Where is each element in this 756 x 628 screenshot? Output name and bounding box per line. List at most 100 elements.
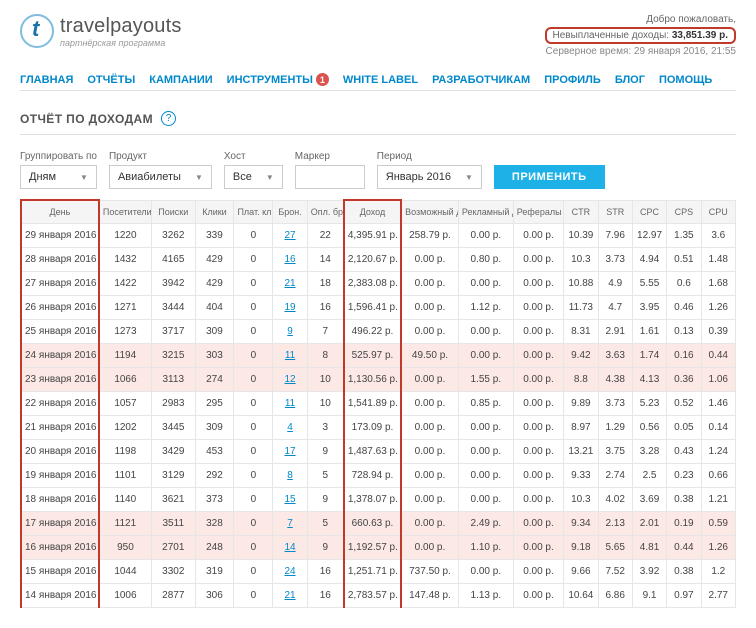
cell-income: 2,120.67 р. [344,248,401,272]
cell-bookings[interactable]: 11 [273,392,307,416]
cell-cpc: 5.55 [632,272,666,296]
cell-visitors: 1121 [99,512,152,536]
cell-bookings[interactable]: 12 [273,368,307,392]
cell-paid-bookings: 5 [307,464,344,488]
cell-bookings[interactable]: 7 [273,512,307,536]
apply-button[interactable]: ПРИМЕНИТЬ [494,165,605,189]
cell-clicks: 453 [195,440,234,464]
cell-income: 1,251.71 р. [344,560,401,584]
col-referrals[interactable]: Рефералы [513,200,563,224]
col-income[interactable]: Доход [344,200,401,224]
cell-paid-bookings: 5 [307,512,344,536]
nav-whitelabel[interactable]: WHITE LABEL [343,73,418,86]
cell-referrals: 0.00 р. [513,536,563,560]
cell-clicks: 319 [195,560,234,584]
nav-devs[interactable]: РАЗРАБОТЧИКАМ [432,73,530,86]
cell-bookings[interactable]: 9 [273,320,307,344]
filter-period-select[interactable]: Январь 2016 ▼ [377,165,482,189]
cell-clicks: 295 [195,392,234,416]
cell-cpu: 0.44 [701,344,735,368]
cell-cps: 0.19 [667,512,701,536]
cell-paid-bookings: 18 [307,272,344,296]
help-icon[interactable]: ? [161,111,176,126]
table-row: 14 января 201610062877306021162,783.57 р… [21,584,736,608]
filter-group-select[interactable]: Дням ▼ [20,165,97,189]
chevron-down-icon: ▼ [465,173,473,182]
cell-ad-income: 1.10 р. [458,536,513,560]
logo-area[interactable]: travelpayouts партнёрская программа [20,14,182,48]
cell-income: 496.22 р. [344,320,401,344]
cell-cps: 0.38 [667,560,701,584]
cell-paid-clicks: 0 [234,584,273,608]
cell-cpc: 0.56 [632,416,666,440]
cell-referrals: 0.00 р. [513,560,563,584]
cell-paid-clicks: 0 [234,536,273,560]
table-row: 21 января 201612023445309043173.09 р.0.0… [21,416,736,440]
col-cpc[interactable]: CPC [632,200,666,224]
cell-bookings[interactable]: 4 [273,416,307,440]
filter-marker-input[interactable] [295,165,365,189]
cell-day: 26 января 2016 [21,296,99,320]
cell-bookings[interactable]: 21 [273,584,307,608]
cell-bookings[interactable]: 27 [273,224,307,248]
col-cps[interactable]: CPS [667,200,701,224]
cell-possible-income: 0.00 р. [401,320,458,344]
brand-subtitle: партнёрская программа [60,38,182,48]
cell-ctr: 8.97 [564,416,598,440]
filter-product-select[interactable]: Авиабилеты ▼ [109,165,212,189]
cell-possible-income: 0.00 р. [401,464,458,488]
col-str[interactable]: STR [598,200,632,224]
cell-visitors: 1432 [99,248,152,272]
cell-bookings[interactable]: 8 [273,464,307,488]
cell-ctr: 10.3 [564,488,598,512]
nav-campaigns[interactable]: КАМПАНИИ [149,73,212,86]
cell-possible-income: 737.50 р. [401,560,458,584]
cell-bookings[interactable]: 16 [273,248,307,272]
nav-profile[interactable]: ПРОФИЛЬ [544,73,601,86]
col-cpu[interactable]: CPU [701,200,735,224]
cell-bookings[interactable]: 24 [273,560,307,584]
cell-cps: 0.6 [667,272,701,296]
nav-tools[interactable]: ИНСТРУМЕНТЫ 1 [227,73,329,86]
cell-ad-income: 0.00 р. [458,272,513,296]
cell-bookings[interactable]: 21 [273,272,307,296]
nav-reports[interactable]: ОТЧЁТЫ [87,73,135,86]
col-clicks[interactable]: Клики [195,200,234,224]
filter-host-select[interactable]: Все ▼ [224,165,283,189]
col-visitors[interactable]: Посетители [99,200,152,224]
col-day[interactable]: День [21,200,99,224]
cell-bookings[interactable]: 15 [273,488,307,512]
cell-possible-income: 0.00 р. [401,248,458,272]
cell-searches: 3429 [152,440,196,464]
col-possible-income[interactable]: Возможный доход [401,200,458,224]
cell-bookings[interactable]: 14 [273,536,307,560]
col-searches[interactable]: Поиски [152,200,196,224]
nav-main[interactable]: ГЛАВНАЯ [20,73,73,86]
cell-cpc: 3.92 [632,560,666,584]
col-bookings[interactable]: Брон. [273,200,307,224]
col-ad-income[interactable]: Рекламный доход [458,200,513,224]
col-paid-bookings[interactable]: Опл. брон. [307,200,344,224]
cell-day: 14 января 2016 [21,584,99,608]
cell-cpc: 1.74 [632,344,666,368]
cell-ad-income: 0.00 р. [458,440,513,464]
filter-period-value: Январь 2016 [386,171,451,183]
cell-visitors: 1057 [99,392,152,416]
cell-ad-income: 2.49 р. [458,512,513,536]
cell-day: 18 января 2016 [21,488,99,512]
col-paid-clicks[interactable]: Плат. клики [234,200,273,224]
cell-bookings[interactable]: 19 [273,296,307,320]
cell-clicks: 303 [195,344,234,368]
nav-help[interactable]: ПОМОЩЬ [659,73,712,86]
col-ctr[interactable]: CTR [564,200,598,224]
cell-bookings[interactable]: 11 [273,344,307,368]
nav-blog[interactable]: БЛОГ [615,73,645,86]
welcome-text: Добро пожаловать, [545,14,736,25]
cell-day: 21 января 2016 [21,416,99,440]
cell-bookings[interactable]: 17 [273,440,307,464]
cell-cpu: 0.14 [701,416,735,440]
cell-paid-bookings: 16 [307,296,344,320]
cell-paid-bookings: 10 [307,392,344,416]
unpaid-income-box: Невыплаченные доходы: 33,851.39 р. [545,27,736,44]
cell-ctr: 9.66 [564,560,598,584]
